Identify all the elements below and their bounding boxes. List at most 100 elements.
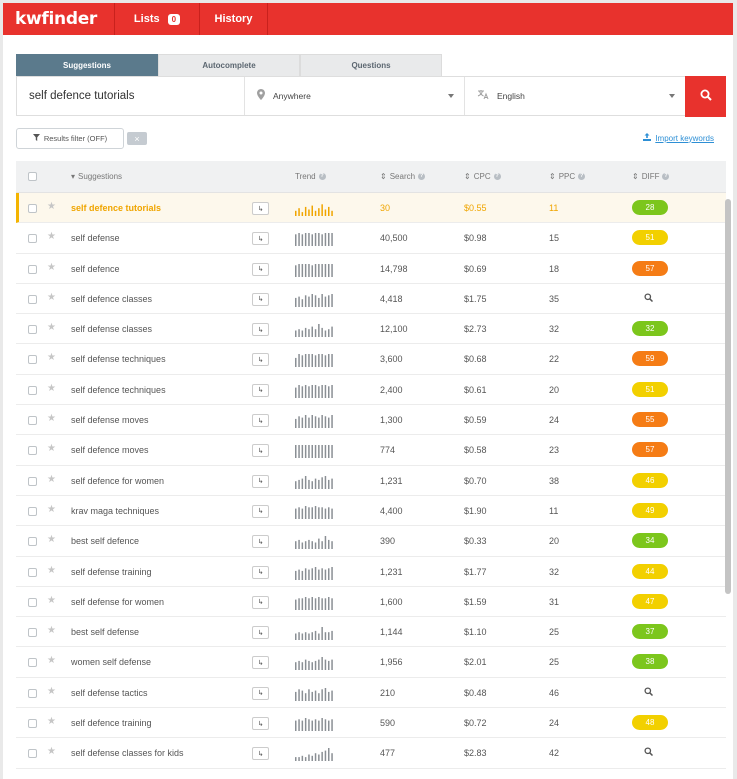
expand-keyword-button[interactable]: ↳ [252,686,269,700]
keyword-text[interactable]: self defence classes [71,294,152,304]
row-checkbox[interactable] [28,476,37,486]
table-row[interactable]: ★ self defense classes ↳ 12,100 $2.73 32 32 [16,314,726,345]
row-checkbox[interactable] [28,355,37,365]
keyword-text[interactable]: self defense training [71,567,152,577]
row-checkbox[interactable] [28,234,37,244]
keyword-text[interactable]: krav maga techniques [71,506,159,516]
row-checkbox[interactable] [28,658,37,668]
app-logo[interactable]: kwfinder [3,3,115,35]
star-icon[interactable]: ★ [47,686,56,697]
table-row[interactable]: ★ best self defense ↳ 1,144 $1.10 25 37 [16,617,726,648]
table-row[interactable]: ★ self defence ↳ 14,798 $0.69 18 57 [16,254,726,284]
star-icon[interactable]: ★ [47,292,56,303]
star-icon[interactable]: ★ [47,746,56,757]
keyword-text[interactable]: self defense [71,233,120,243]
expand-keyword-button[interactable]: ↳ [252,656,269,670]
table-row[interactable]: ★ self defense techniques ↳ 3,600 $0.68 22 59 [16,344,726,375]
check-difficulty-search-icon[interactable] [644,687,654,698]
table-row[interactable]: ★ best self defence ↳ 390 $0.33 20 34 [16,526,726,557]
star-icon[interactable]: ★ [47,474,56,485]
expand-keyword-button[interactable]: ↳ [252,717,269,731]
expand-keyword-button[interactable]: ↳ [252,232,269,246]
expand-keyword-button[interactable]: ↳ [252,626,269,640]
expand-keyword-button[interactable]: ↳ [252,262,269,276]
row-checkbox[interactable] [28,537,37,547]
star-icon[interactable]: ★ [47,534,56,545]
star-icon[interactable]: ★ [47,383,56,394]
keyword-text[interactable]: self defence techniques [71,385,166,395]
expand-keyword-button[interactable]: ↳ [252,747,269,761]
keyword-search-input[interactable]: self defence tutorials [17,77,245,115]
search-button[interactable] [685,76,726,117]
row-checkbox[interactable] [28,719,37,729]
row-checkbox[interactable] [28,264,37,274]
star-icon[interactable]: ★ [47,565,56,576]
expand-keyword-button[interactable]: ↳ [252,444,269,458]
tab-questions[interactable]: Questions [300,54,442,76]
keyword-text[interactable]: self defense tactics [71,688,148,698]
star-icon[interactable]: ★ [47,322,56,333]
header-search[interactable]: ⇕ Search ? [380,172,426,181]
star-icon[interactable]: ★ [47,716,56,727]
row-checkbox[interactable] [28,688,37,698]
table-row[interactable]: ★ self defense for women ↳ 1,600 $1.59 31 47 [16,587,726,618]
keyword-text[interactable]: self defense classes [71,324,152,334]
table-row[interactable]: ★ self defense classes for kids ↳ 477 $2.83 4… [16,738,726,769]
header-ppc[interactable]: ⇕ PPC ? [549,172,586,181]
row-checkbox[interactable] [28,294,37,304]
tab-autocomplete[interactable]: Autocomplete [158,54,300,76]
row-checkbox[interactable] [28,416,37,426]
import-keywords-link[interactable]: Import keywords [643,133,714,143]
row-checkbox[interactable] [28,628,37,638]
expand-keyword-button[interactable]: ↳ [252,292,269,306]
filter-toggle[interactable]: × [127,132,147,145]
keyword-text[interactable]: self defence for women [71,476,164,486]
nav-history[interactable]: History [200,3,268,35]
results-filter-button[interactable]: Results filter (OFF) [16,128,124,149]
select-all-checkbox[interactable] [28,172,37,181]
table-row[interactable]: ★ self defence classes ↳ 4,418 $1.75 35 [16,284,726,315]
check-difficulty-search-icon[interactable] [644,293,654,304]
location-select[interactable]: Anywhere [245,77,465,115]
language-select[interactable]: English [465,77,685,115]
star-icon[interactable]: ★ [47,231,56,242]
row-checkbox[interactable] [28,597,37,607]
keyword-text[interactable]: women self defense [71,657,151,667]
expand-keyword-button[interactable]: ↳ [252,383,269,397]
check-difficulty-search-icon[interactable] [644,747,654,758]
keyword-text[interactable]: self defence tutorials [71,203,161,213]
star-icon[interactable]: ★ [47,262,56,273]
expand-keyword-button[interactable]: ↳ [252,474,269,488]
row-checkbox[interactable] [28,325,37,335]
expand-keyword-button[interactable]: ↳ [252,504,269,518]
table-row[interactable]: ★ self defense moves ↳ 1,300 $0.59 24 55 [16,405,726,436]
expand-keyword-button[interactable]: ↳ [252,323,269,337]
row-checkbox[interactable] [28,446,37,456]
keyword-text[interactable]: self defense techniques [71,354,166,364]
table-scrollbar[interactable] [725,199,731,594]
keyword-text[interactable]: best self defence [71,536,139,546]
header-cpc[interactable]: ⇕ CPC ? [464,172,501,181]
table-row[interactable]: ★ self defence techniques ↳ 2,400 $0.61 20 51 [16,375,726,406]
row-checkbox[interactable] [28,204,37,213]
table-row[interactable]: ★ self defense tactics ↳ 210 $0.48 46 [16,678,726,709]
keyword-text[interactable]: self defence training [71,718,152,728]
table-row[interactable]: ★ self defence tutorials ↳ 30 $0.55 11 28 [16,193,726,224]
table-row[interactable]: ★ self defence for women ↳ 1,231 $0.70 38 46 [16,466,726,496]
star-icon[interactable]: ★ [47,655,56,666]
table-row[interactable]: ★ self defence training ↳ 590 $0.72 24 48 [16,708,726,739]
star-icon[interactable]: ★ [47,443,56,454]
star-icon[interactable]: ★ [47,595,56,606]
nav-lists[interactable]: Lists 0 [115,3,200,35]
keyword-text[interactable]: best self defense [71,627,139,637]
keyword-text[interactable]: self defense classes for kids [71,748,184,758]
expand-keyword-button[interactable]: ↳ [252,535,269,549]
star-icon[interactable]: ★ [47,413,56,424]
expand-keyword-button[interactable]: ↳ [252,202,269,215]
header-suggestions[interactable]: ▾ Suggestions [71,172,122,181]
keyword-text[interactable]: self defence [71,264,120,274]
row-checkbox[interactable] [28,567,37,577]
header-diff[interactable]: ⇕ DIFF ? [632,172,670,181]
star-icon[interactable]: ★ [47,352,56,363]
expand-keyword-button[interactable]: ↳ [252,595,269,609]
